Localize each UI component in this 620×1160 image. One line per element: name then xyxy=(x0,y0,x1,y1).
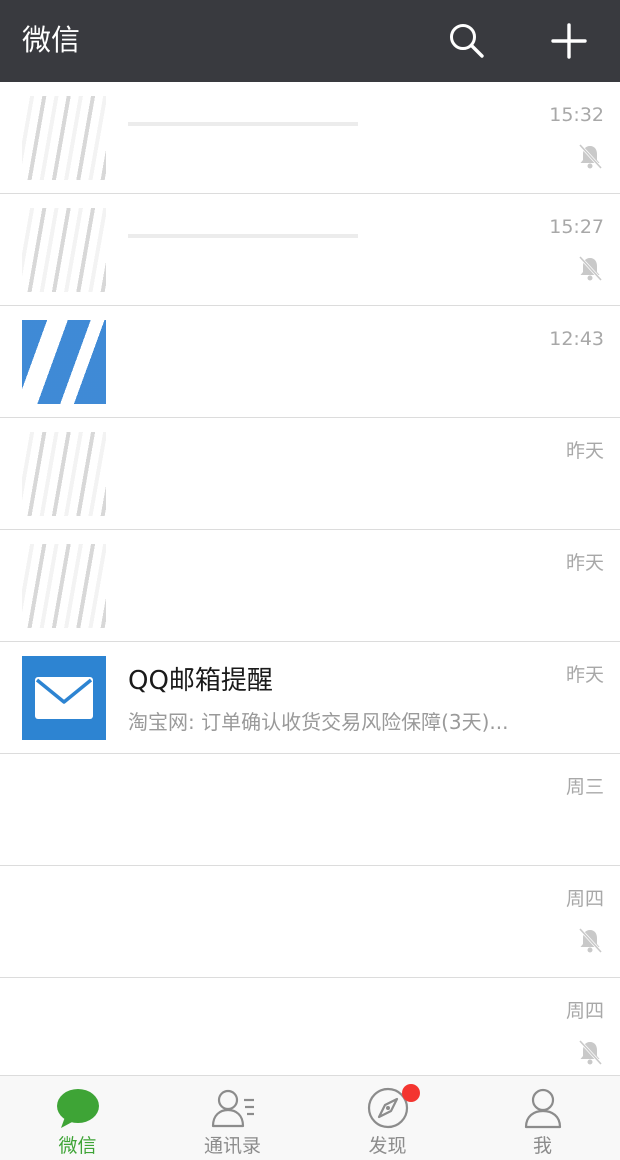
search-button[interactable] xyxy=(443,17,491,65)
avatar xyxy=(22,656,106,740)
chat-list-item[interactable]: 15:27 xyxy=(0,194,620,306)
mute-bell-icon xyxy=(578,927,603,954)
chat-time: 15:27 xyxy=(549,216,604,238)
wechat-app: 微信 15:32 15:27 12:43 昨天 昨天 QQ邮箱提醒 淘宝网: 订… xyxy=(0,0,620,1160)
avatar xyxy=(22,320,106,404)
envelope-icon xyxy=(35,677,93,719)
page-title: 微信 xyxy=(22,23,81,57)
mute-bell-icon xyxy=(578,143,603,170)
chat-bubble-icon xyxy=(56,1089,99,1128)
chat-time: 昨天 xyxy=(565,552,604,574)
avatar xyxy=(22,432,106,516)
redacted-name xyxy=(128,122,358,126)
chat-time: 昨天 xyxy=(565,664,604,686)
chat-list-item-qq-mail[interactable]: QQ邮箱提醒 淘宝网: 订单确认收货交易风险保障(3天)... 昨天 xyxy=(0,642,620,754)
contacts-icon xyxy=(211,1089,254,1128)
search-icon xyxy=(450,24,484,58)
tab-label: 我 xyxy=(532,1135,552,1157)
chat-time: 12:43 xyxy=(549,328,604,350)
tab-chats[interactable]: 微信 xyxy=(0,1076,155,1160)
tab-contacts[interactable]: 通讯录 xyxy=(155,1076,310,1160)
chat-list-item[interactable]: 周三 xyxy=(0,754,620,866)
chat-list-item[interactable]: 12:43 xyxy=(0,306,620,418)
avatar xyxy=(22,208,106,292)
avatar xyxy=(22,544,106,628)
chat-list-item[interactable]: 周四 xyxy=(0,978,620,1075)
profile-icon xyxy=(524,1088,561,1129)
avatar xyxy=(22,880,106,964)
notification-dot xyxy=(401,1084,420,1102)
tab-discover[interactable]: 发现 xyxy=(310,1076,465,1160)
chat-time: 15:32 xyxy=(549,104,604,126)
chat-name: QQ邮箱提醒 xyxy=(128,666,273,696)
chat-time: 周四 xyxy=(565,1000,604,1022)
chat-time: 周三 xyxy=(565,776,604,798)
chat-preview: 淘宝网: 订单确认收货交易风险保障(3天)... xyxy=(128,710,509,734)
bottom-tab-bar: 微信 通讯录 发现 我 xyxy=(0,1075,620,1160)
tab-label: 微信 xyxy=(58,1135,97,1157)
chat-list-item[interactable]: 昨天 xyxy=(0,530,620,642)
tab-me[interactable]: 我 xyxy=(465,1076,620,1160)
tab-label: 通讯录 xyxy=(203,1135,261,1157)
chat-list-item[interactable]: 15:32 xyxy=(0,82,620,194)
mute-bell-icon xyxy=(578,255,603,282)
chat-list: 15:32 15:27 12:43 昨天 昨天 QQ邮箱提醒 淘宝网: 订单确认… xyxy=(0,82,620,1075)
redacted-name xyxy=(128,234,358,238)
plus-icon xyxy=(551,23,587,59)
avatar xyxy=(22,992,106,1075)
avatar xyxy=(22,768,106,852)
chat-time: 昨天 xyxy=(565,440,604,462)
chat-list-item[interactable]: 周四 xyxy=(0,866,620,978)
avatar xyxy=(22,96,106,180)
top-bar: 微信 xyxy=(0,0,620,82)
mute-bell-icon xyxy=(578,1039,603,1066)
chat-list-item[interactable]: 昨天 xyxy=(0,418,620,530)
chat-time: 周四 xyxy=(565,888,604,910)
add-button[interactable] xyxy=(545,17,593,65)
tab-label: 发现 xyxy=(368,1135,407,1157)
